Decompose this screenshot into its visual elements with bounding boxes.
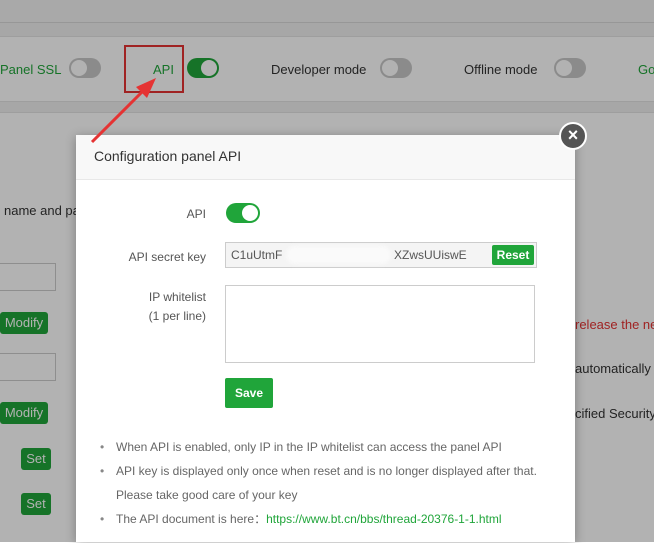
arrow-shaft bbox=[90, 89, 145, 144]
annotation-arrow bbox=[90, 78, 156, 144]
